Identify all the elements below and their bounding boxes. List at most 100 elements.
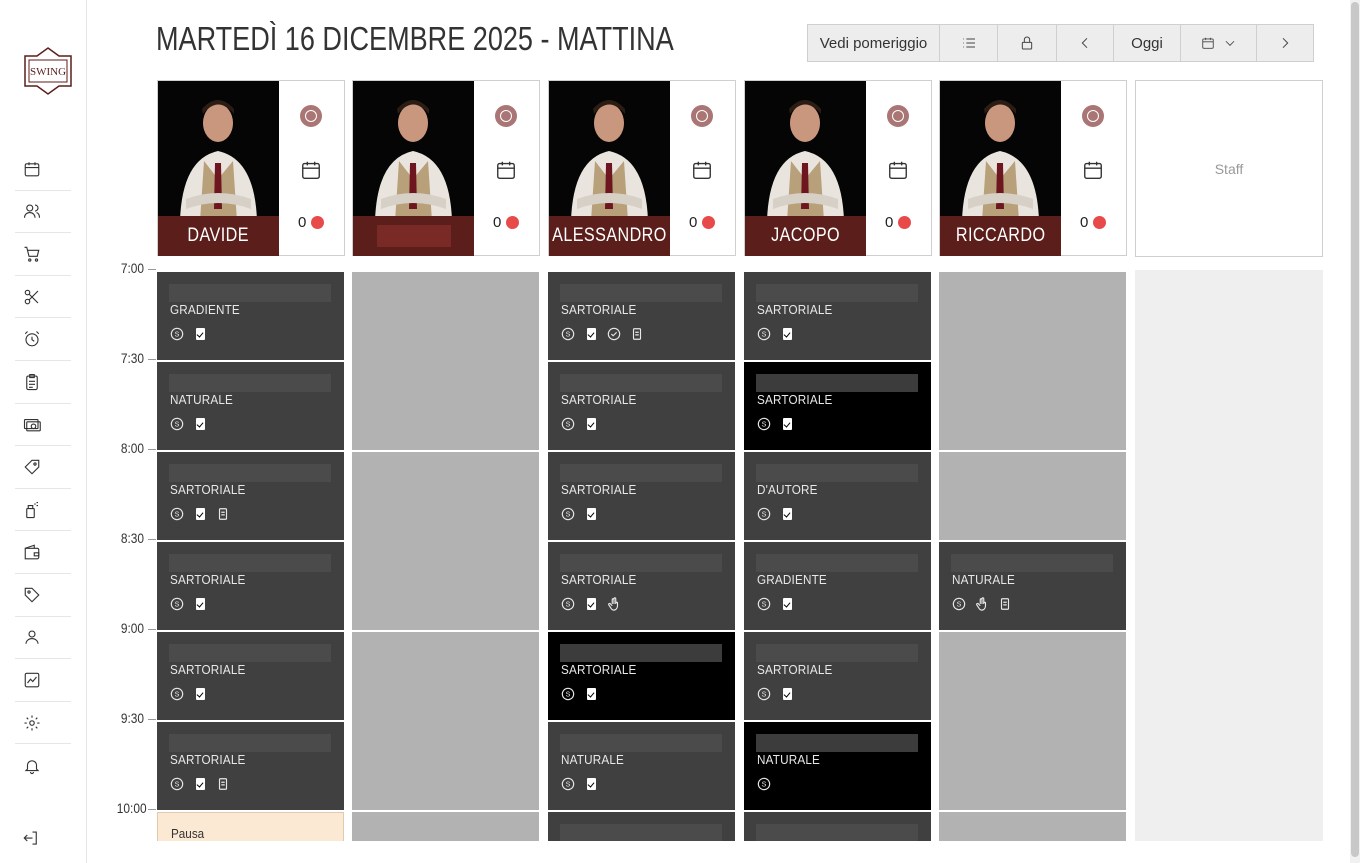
staff-calendar-button[interactable] — [691, 159, 713, 186]
scissors-icon — [24, 289, 39, 304]
user-icon — [25, 630, 39, 645]
appointment-block[interactable]: SARTORIALE S — [744, 272, 931, 360]
client-name-redacted — [756, 284, 918, 302]
today-button[interactable]: Oggi — [1113, 24, 1181, 62]
add-appointment-button[interactable] — [495, 105, 517, 127]
gear-icon — [24, 715, 40, 731]
payment-icon: S — [952, 597, 966, 611]
appointment-block[interactable]: SARTORIALE S — [548, 362, 735, 450]
nav-calendar[interactable] — [15, 148, 71, 191]
appointment-block[interactable] — [548, 812, 735, 841]
chevron-left-icon — [1081, 37, 1088, 49]
svg-text:S: S — [762, 332, 767, 339]
nav-statistics[interactable] — [15, 659, 71, 702]
ticket-icon — [24, 459, 40, 475]
svg-text:S: S — [762, 512, 767, 519]
calendar-icon — [24, 162, 40, 177]
list-view-button[interactable] — [939, 24, 998, 62]
nav-notifications[interactable] — [15, 744, 71, 787]
client-name-redacted — [756, 824, 918, 841]
appointment-icons: S — [757, 327, 794, 341]
payment-icon: S — [757, 507, 771, 521]
client-name-redacted — [560, 464, 722, 482]
appointment-block[interactable]: SARTORIALE S — [548, 542, 735, 630]
appointment-block[interactable]: SARTORIALE S — [548, 272, 735, 360]
time-label: 8:30 — [120, 530, 144, 546]
nav-reports[interactable] — [15, 361, 71, 404]
service-label: SARTORIALE — [561, 482, 637, 497]
appointment-block[interactable]: SARTORIALE S — [157, 452, 344, 540]
nav-reminders[interactable] — [15, 318, 71, 361]
appointment-block[interactable]: SARTORIALE S — [744, 362, 931, 450]
staff-card[interactable]: DAVIDE 0 — [157, 80, 345, 256]
nav-products[interactable] — [15, 489, 71, 532]
appointment-block[interactable]: NATURALE S — [744, 722, 931, 810]
svg-text:S: S — [175, 782, 180, 789]
nav-pricing[interactable] — [15, 574, 71, 617]
appointment-block[interactable]: GRADIENTE S — [157, 272, 344, 360]
client-name-redacted — [169, 644, 331, 662]
appointment-block[interactable]: GRADIENTE S — [744, 542, 931, 630]
nav-clients[interactable] — [15, 191, 71, 234]
appointment-block[interactable] — [744, 812, 931, 841]
next-button[interactable] — [1256, 24, 1314, 62]
add-appointment-button[interactable] — [300, 105, 322, 127]
calendar-icon — [693, 161, 711, 179]
previous-button[interactable] — [1056, 24, 1114, 62]
confirmed-icon — [193, 417, 207, 431]
add-appointment-button[interactable] — [691, 105, 713, 127]
break-block[interactable]: Pausa — [157, 812, 344, 841]
appointment-block[interactable]: SARTORIALE S — [157, 632, 344, 720]
svg-text:S: S — [566, 512, 571, 519]
sidebar: SWING — [0, 0, 87, 863]
nav-wallet[interactable] — [15, 531, 71, 574]
nav-profile[interactable] — [15, 617, 71, 660]
staff-card[interactable]: JACOPO 0 — [744, 80, 932, 256]
appointment-count: 0 — [493, 214, 520, 231]
staff-calendar-button[interactable] — [495, 159, 517, 186]
nav-cash[interactable] — [15, 404, 71, 447]
add-appointment-button[interactable] — [1082, 105, 1104, 127]
staff-name: JACOPO — [771, 225, 840, 246]
nav-services[interactable] — [15, 276, 71, 319]
appointment-block[interactable]: SARTORIALE S — [157, 722, 344, 810]
add-appointment-button[interactable] — [887, 105, 909, 127]
chart-icon — [24, 672, 40, 688]
appointment-block[interactable]: NATURALE S — [157, 362, 344, 450]
service-label: SARTORIALE — [757, 662, 833, 677]
svg-text:S: S — [566, 332, 571, 339]
client-name-redacted — [756, 644, 918, 662]
appointment-block[interactable]: SARTORIALE S — [157, 542, 344, 630]
staff-name-band: DAVIDE — [158, 216, 279, 256]
nav-coupons[interactable] — [15, 446, 71, 489]
scrollbar[interactable] — [1350, 0, 1360, 863]
client-name-redacted — [169, 734, 331, 752]
client-name-redacted — [169, 554, 331, 572]
appointment-block[interactable]: SARTORIALE S — [548, 632, 735, 720]
logout-button[interactable] — [22, 829, 40, 852]
confirmed-icon — [584, 507, 598, 521]
nav-settings[interactable] — [15, 702, 71, 745]
brand-logo[interactable]: SWING — [23, 46, 73, 96]
staff-calendar-button[interactable] — [887, 159, 909, 186]
appointment-block[interactable]: NATURALE S — [548, 722, 735, 810]
staff-card[interactable]: 0 — [352, 80, 540, 256]
unavailable-slot — [939, 452, 1126, 540]
page-title: MARTEDÌ 16 DICEMBRE 2025 - MATTINA — [156, 20, 674, 57]
nav-sales[interactable] — [15, 233, 71, 276]
appointment-block[interactable]: D'AUTORE S — [744, 452, 931, 540]
appointment-block[interactable]: SARTORIALE S — [744, 632, 931, 720]
afternoon-button[interactable]: Vedi pomeriggio — [807, 24, 940, 62]
lock-button[interactable] — [997, 24, 1057, 62]
staff-card[interactable]: ALESSANDRO 0 — [548, 80, 736, 256]
staff-card[interactable]: RICCARDO 0 — [939, 80, 1127, 256]
appointment-icons: S — [561, 327, 644, 341]
staff-name-band: ALESSANDRO — [549, 216, 670, 256]
staff-calendar-button[interactable] — [300, 159, 322, 186]
appointment-block[interactable]: NATURALE S — [939, 542, 1126, 630]
payment-icon: S — [561, 597, 575, 611]
payment-icon: S — [561, 417, 575, 431]
staff-calendar-button[interactable] — [1082, 159, 1104, 186]
appointment-block[interactable]: SARTORIALE S — [548, 452, 735, 540]
date-picker-button[interactable] — [1180, 24, 1257, 62]
